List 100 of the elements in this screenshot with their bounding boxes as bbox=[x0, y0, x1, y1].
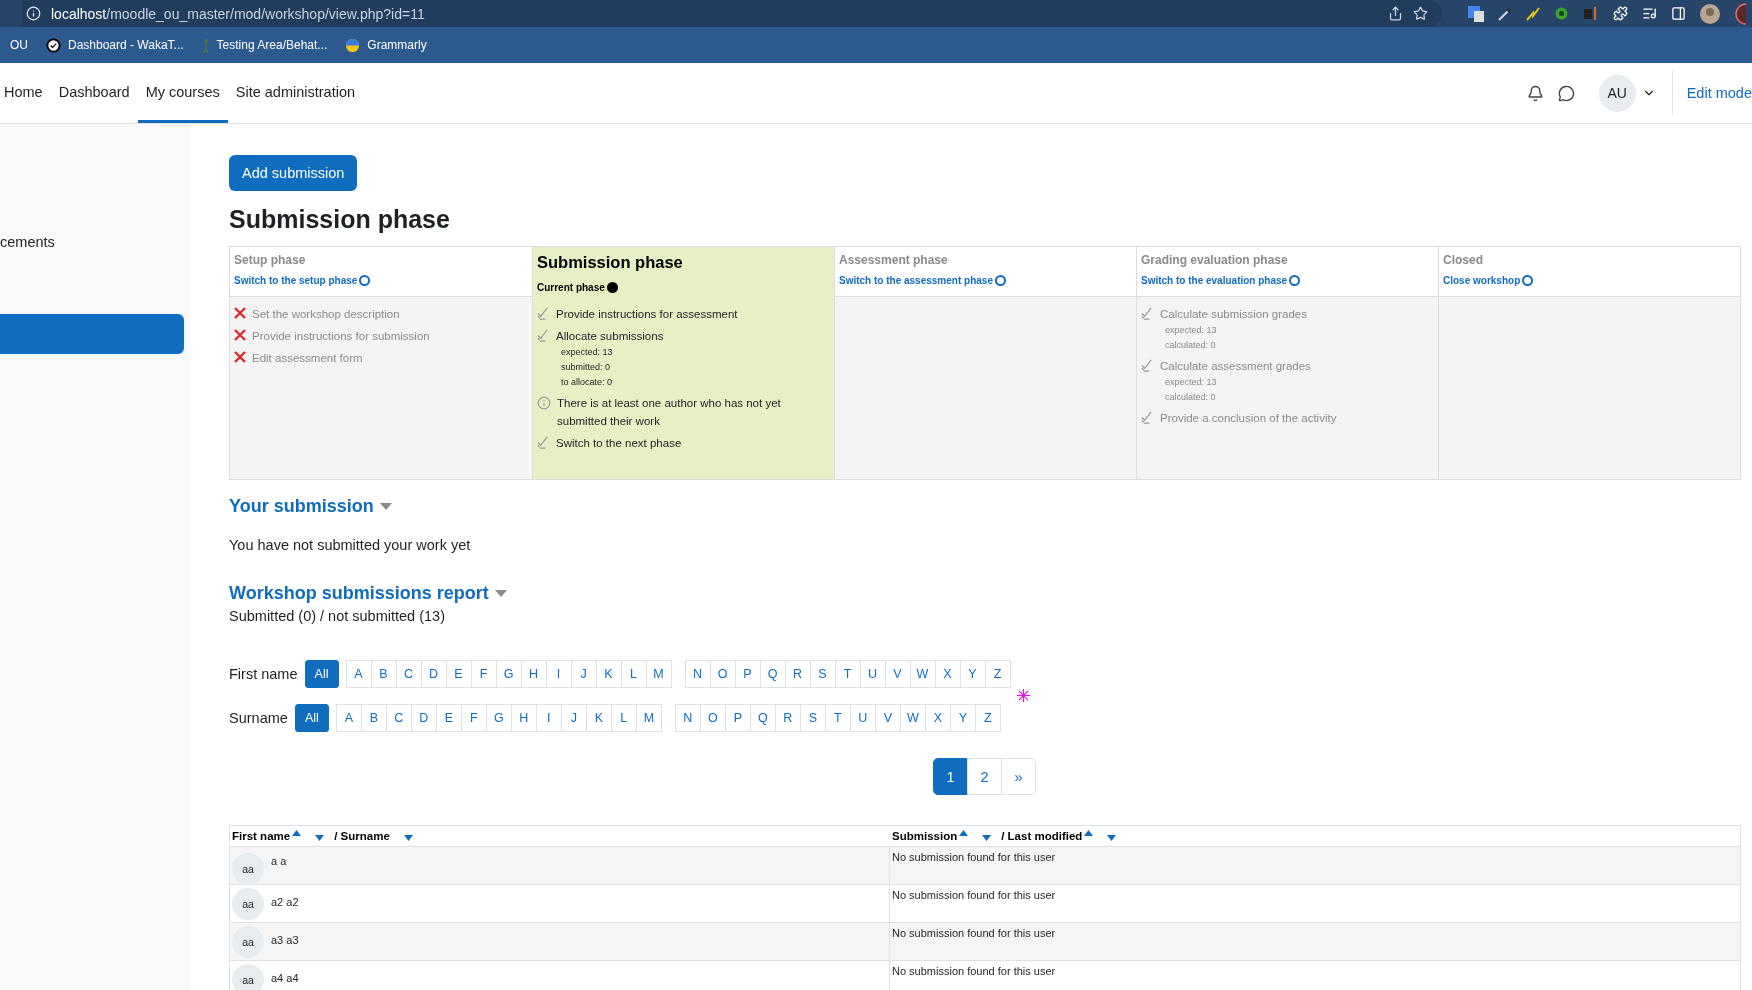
letter-filter[interactable]: T bbox=[824, 704, 851, 732]
letter-filter[interactable]: M bbox=[635, 704, 662, 732]
section-title[interactable]: Workshop submissions report bbox=[229, 583, 489, 604]
letter-filter[interactable]: Y bbox=[949, 704, 976, 732]
sidebar-item[interactable]: cements bbox=[0, 234, 184, 254]
switch-phase-link[interactable]: Switch to the evaluation phase bbox=[1141, 275, 1301, 286]
user-avatar[interactable]: AU bbox=[1598, 74, 1636, 112]
letter-filter[interactable]: D bbox=[410, 704, 437, 732]
letter-filter[interactable]: Z bbox=[984, 660, 1011, 688]
bookmark[interactable]: Dashboard - WakaT... bbox=[46, 37, 184, 53]
notification-bell-icon[interactable] bbox=[1526, 84, 1544, 102]
column-header[interactable]: First name bbox=[232, 830, 291, 842]
switch-phase-link[interactable]: Close workshop bbox=[1443, 275, 1534, 286]
letter-filter[interactable]: S bbox=[809, 660, 836, 688]
letter-filter[interactable]: B bbox=[360, 704, 387, 732]
letter-filter[interactable]: H bbox=[520, 660, 547, 688]
letter-filter[interactable]: E bbox=[445, 660, 472, 688]
letter-filter[interactable]: O bbox=[699, 704, 726, 732]
letter-filter[interactable]: G bbox=[485, 704, 512, 732]
lightning-icon[interactable] bbox=[1526, 6, 1540, 21]
bookmark-star-icon[interactable] bbox=[1413, 6, 1428, 21]
letter-filter[interactable]: T bbox=[834, 660, 861, 688]
letter-filter[interactable]: J bbox=[570, 660, 597, 688]
letter-filter[interactable]: I bbox=[545, 660, 572, 688]
site-info-icon[interactable] bbox=[26, 6, 41, 21]
letter-filter[interactable]: U bbox=[859, 660, 886, 688]
user-name[interactable]: a a bbox=[269, 849, 289, 871]
letter-filter[interactable]: N bbox=[674, 704, 701, 732]
letter-filter[interactable]: All bbox=[294, 704, 329, 732]
user-name[interactable]: a2 a2 bbox=[269, 895, 301, 912]
letter-filter[interactable]: L bbox=[610, 704, 637, 732]
letter-filter[interactable]: All bbox=[304, 660, 339, 688]
letter-filter[interactable]: Q bbox=[759, 660, 786, 688]
bookmark[interactable]: OU bbox=[10, 38, 28, 52]
letter-filter[interactable]: U bbox=[849, 704, 876, 732]
letter-filter[interactable]: W bbox=[909, 660, 936, 688]
letter-filter[interactable]: I bbox=[535, 704, 562, 732]
eyedropper-icon[interactable] bbox=[1498, 6, 1512, 21]
letter-filter[interactable]: M bbox=[645, 660, 672, 688]
letter-filter[interactable]: O bbox=[709, 660, 736, 688]
sort-down-icon[interactable] bbox=[1107, 835, 1117, 841]
bookmark[interactable]: Testing Area/Behat... bbox=[201, 37, 328, 53]
letter-filter[interactable]: F bbox=[460, 704, 487, 732]
sort-down-icon[interactable] bbox=[403, 835, 413, 841]
page-link[interactable]: 2 bbox=[967, 758, 1002, 795]
bookmark[interactable]: Grammarly bbox=[345, 37, 427, 53]
page-link[interactable]: 1 bbox=[933, 758, 968, 795]
letter-filter[interactable]: V bbox=[884, 660, 911, 688]
account-icon[interactable] bbox=[1734, 2, 1746, 25]
nav-link[interactable]: Home bbox=[0, 63, 51, 123]
letter-filter[interactable]: K bbox=[585, 704, 612, 732]
column-header[interactable]: Submission bbox=[892, 830, 958, 842]
letter-filter[interactable]: C bbox=[395, 660, 422, 688]
switch-phase-link[interactable]: Switch to the assessment phase bbox=[839, 275, 1006, 286]
playlist-icon[interactable] bbox=[1642, 6, 1657, 21]
letter-filter[interactable]: A bbox=[345, 660, 372, 688]
share-icon[interactable] bbox=[1388, 6, 1403, 21]
letter-filter[interactable]: G bbox=[495, 660, 522, 688]
letter-filter[interactable]: Q bbox=[749, 704, 776, 732]
letter-filter[interactable]: S bbox=[799, 704, 826, 732]
profile-avatar-icon[interactable] bbox=[1700, 3, 1720, 24]
letter-filter[interactable]: X bbox=[934, 660, 961, 688]
letter-filter[interactable]: Z bbox=[974, 704, 1001, 732]
nav-link[interactable]: Dashboard bbox=[50, 63, 138, 123]
letter-filter[interactable]: H bbox=[510, 704, 537, 732]
letter-filter[interactable]: B bbox=[370, 660, 397, 688]
letter-filter[interactable]: R bbox=[774, 704, 801, 732]
caret-icon[interactable] bbox=[494, 590, 507, 597]
letter-filter[interactable]: V bbox=[874, 704, 901, 732]
section-title[interactable]: Your submission bbox=[229, 496, 374, 517]
sort-up-icon[interactable] bbox=[292, 830, 302, 836]
side-panel-icon[interactable] bbox=[1671, 6, 1686, 21]
messages-icon[interactable] bbox=[1557, 84, 1575, 102]
column-header[interactable]: / Last modified bbox=[1001, 830, 1083, 842]
switch-phase-link[interactable]: Switch to the setup phase bbox=[234, 275, 371, 286]
letter-filter[interactable]: P bbox=[734, 660, 761, 688]
letter-filter[interactable]: W bbox=[899, 704, 926, 732]
add-submission-button[interactable]: Add submission bbox=[229, 155, 358, 191]
letter-filter[interactable]: C bbox=[385, 704, 412, 732]
address-bar[interactable]: localhost/moodle_ou_master/mod/workshop/view.php?id=11 bbox=[51, 5, 425, 22]
page-link[interactable]: » bbox=[1001, 758, 1036, 795]
letter-filter[interactable]: J bbox=[560, 704, 587, 732]
nav-link[interactable]: Site administration bbox=[227, 63, 364, 123]
column-header[interactable]: / Surname bbox=[334, 830, 390, 842]
letter-filter[interactable]: Y bbox=[959, 660, 986, 688]
extension-icon[interactable] bbox=[1583, 6, 1599, 21]
letter-filter[interactable]: K bbox=[595, 660, 622, 688]
user-name[interactable]: a4 a4 bbox=[269, 971, 301, 988]
sort-down-icon[interactable] bbox=[315, 835, 325, 841]
letter-filter[interactable]: X bbox=[924, 704, 951, 732]
caret-icon[interactable] bbox=[379, 503, 392, 510]
letter-filter[interactable]: D bbox=[420, 660, 447, 688]
letter-filter[interactable]: A bbox=[335, 704, 362, 732]
letter-filter[interactable]: R bbox=[784, 660, 811, 688]
edit-mode-link[interactable]: Edit mode bbox=[1671, 71, 1752, 115]
letter-filter[interactable]: L bbox=[620, 660, 647, 688]
letter-filter[interactable]: P bbox=[724, 704, 751, 732]
letter-filter[interactable]: F bbox=[470, 660, 497, 688]
letter-filter[interactable]: E bbox=[435, 704, 462, 732]
sort-down-icon[interactable] bbox=[982, 835, 992, 841]
